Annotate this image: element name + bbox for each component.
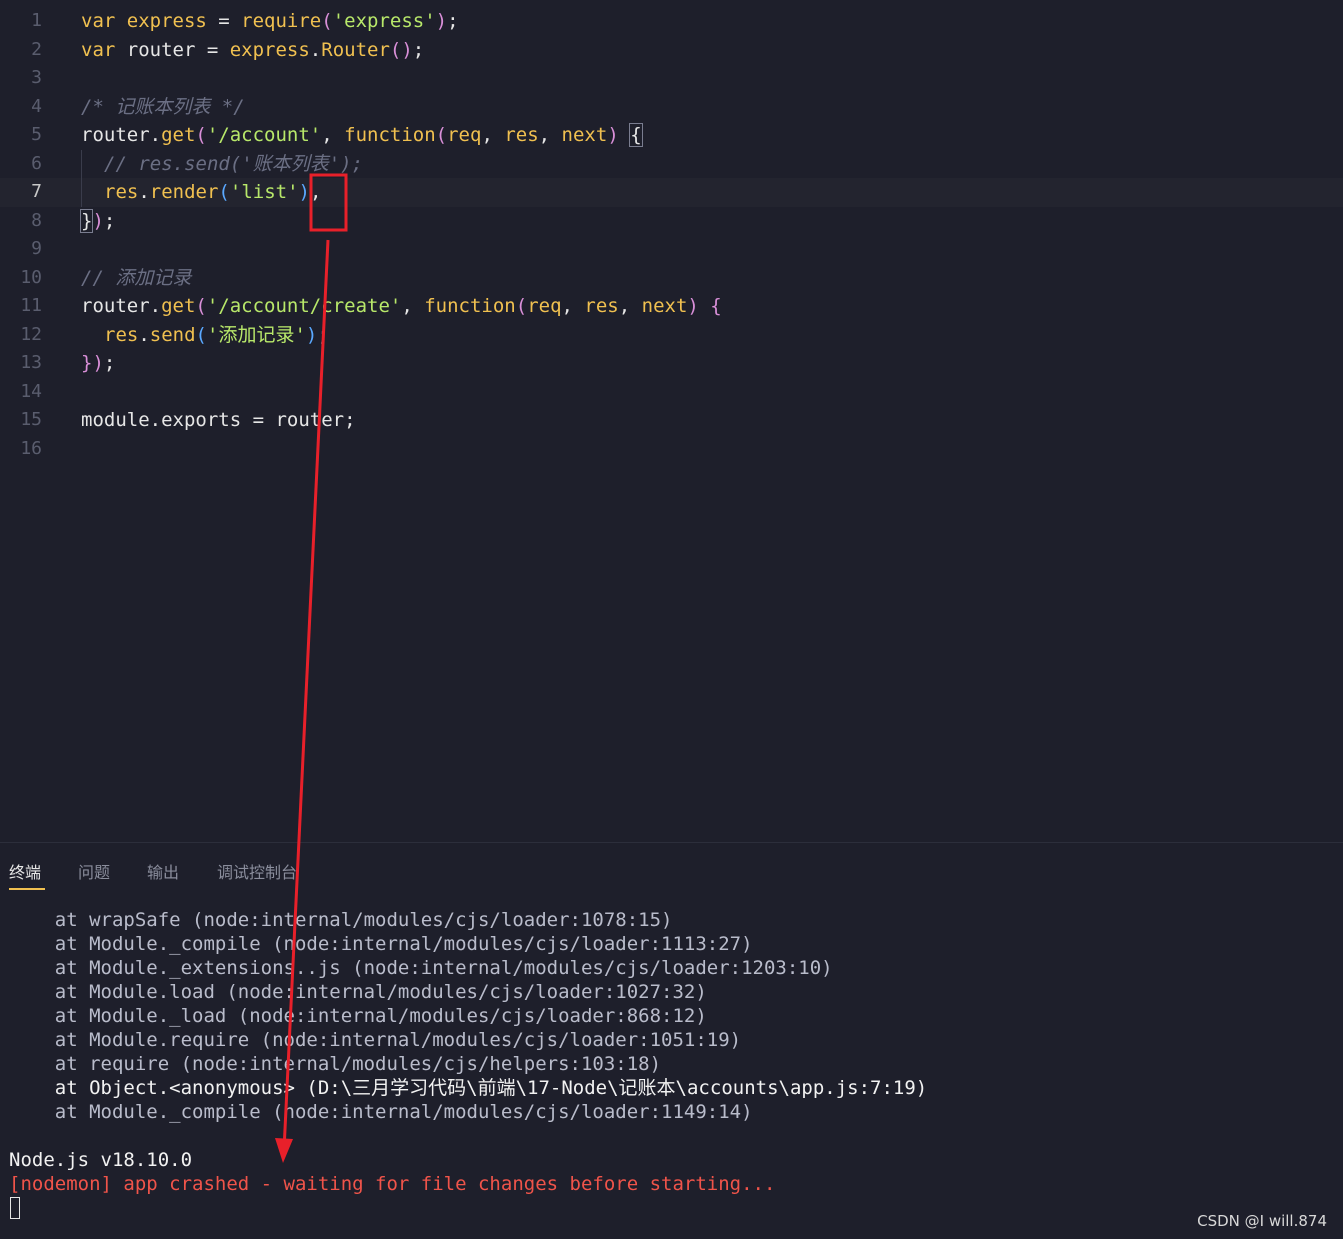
annotation-overlay <box>275 173 348 1163</box>
annotation-arrow-head <box>275 1138 293 1163</box>
annotation-highlight-box <box>309 173 348 232</box>
annotation-arrow-line <box>282 239 330 1151</box>
